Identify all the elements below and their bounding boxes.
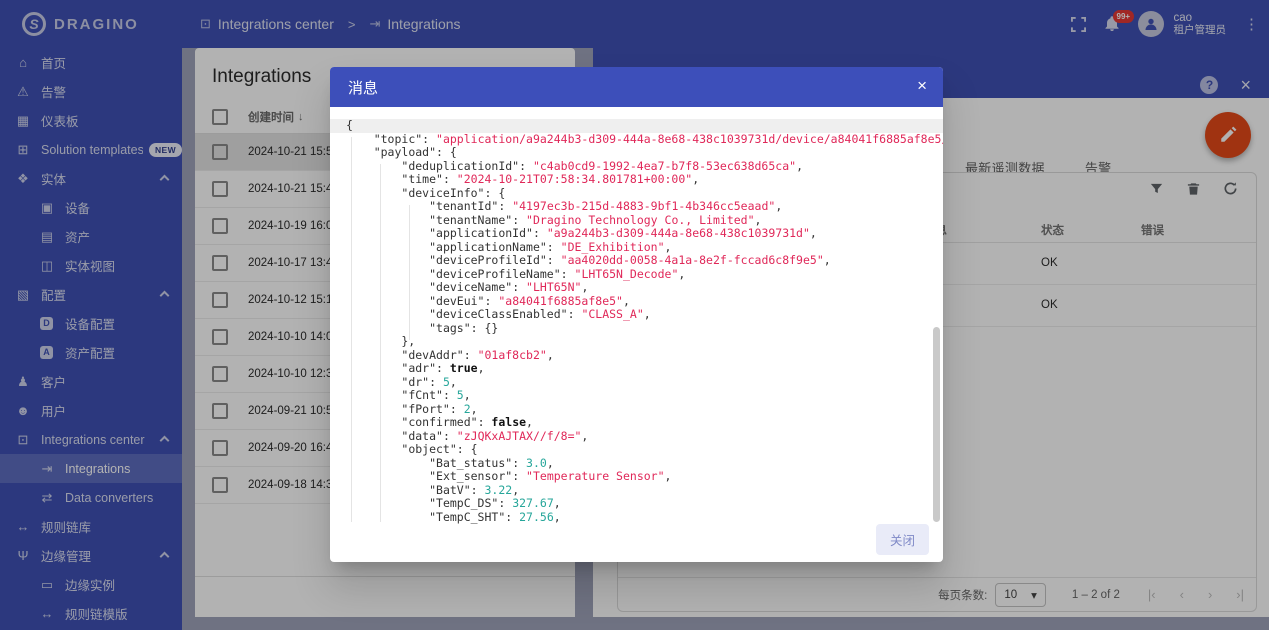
json-line: { xyxy=(330,119,943,133)
modal-header: 消息 × xyxy=(330,67,943,107)
json-line: "deviceProfileName": "LHT65N_Decode", xyxy=(346,268,927,282)
json-line: "Ext_sensor": "Temperature Sensor", xyxy=(346,470,927,484)
json-line: "devEui": "a84041f6885af8e5", xyxy=(346,295,927,309)
json-line: "Bat_status": 3.0, xyxy=(346,457,927,471)
indent-guide xyxy=(351,137,352,522)
json-line: "deviceClassEnabled": "CLASS_A", xyxy=(346,308,927,322)
json-line: "deduplicationId": "c4ab0cd9-1992-4ea7-b… xyxy=(346,160,927,174)
indent-guide xyxy=(380,164,381,522)
modal-body: { "topic": "application/a9a244b3-d309-44… xyxy=(330,107,943,526)
app-root: S DRAGINO ⌂首页⚠告警▦仪表板⊞Solution templatesN… xyxy=(0,0,1269,630)
json-viewer[interactable]: { "topic": "application/a9a244b3-d309-44… xyxy=(346,119,927,524)
json-line: "dr": 5, xyxy=(346,376,927,390)
json-line: "devAddr": "01af8cb2", xyxy=(346,349,927,363)
modal-scrollbar[interactable] xyxy=(933,327,940,522)
json-line: "adr": true, xyxy=(346,362,927,376)
json-line: "tags": {} xyxy=(346,322,927,336)
json-line: "applicationId": "a9a244b3-d309-444a-8e6… xyxy=(346,227,927,241)
json-line: }, xyxy=(346,335,927,349)
json-line: "deviceInfo": { xyxy=(346,187,927,201)
json-line: "deviceProfileId": "aa4020dd-0058-4a1a-8… xyxy=(346,254,927,268)
json-line: "TempC_DS": 327.67, xyxy=(346,497,927,511)
json-line: "topic": "application/a9a244b3-d309-444a… xyxy=(346,133,927,147)
modal-footer: 关闭 xyxy=(330,526,943,562)
indent-guide xyxy=(409,205,410,340)
json-line: "object": { xyxy=(346,443,927,457)
json-line: "deviceName": "LHT65N", xyxy=(346,281,927,295)
close-button[interactable]: 关闭 xyxy=(876,524,929,555)
modal-close-icon[interactable]: × xyxy=(917,77,927,95)
json-line: "confirmed": false, xyxy=(346,416,927,430)
modal-title: 消息 xyxy=(348,77,378,98)
json-line: "TempC_SHT": 27.56, xyxy=(346,511,927,525)
json-line: "tenantId": "4197ec3b-215d-4883-9bf1-4b3… xyxy=(346,200,927,214)
json-line: "payload": { xyxy=(346,146,927,160)
json-line: "tenantName": "Dragino Technology Co., L… xyxy=(346,214,927,228)
json-line: "fCnt": 5, xyxy=(346,389,927,403)
json-line: "applicationName": "DE_Exhibition", xyxy=(346,241,927,255)
message-modal: 消息 × { "topic": "application/a9a244b3-d3… xyxy=(330,67,943,562)
json-line: "data": "zJQKxAJTAX//f/8=", xyxy=(346,430,927,444)
json-line: "BatV": 3.22, xyxy=(346,484,927,498)
json-line: "time": "2024-10-21T07:58:34.801781+00:0… xyxy=(346,173,927,187)
json-line: "fPort": 2, xyxy=(346,403,927,417)
